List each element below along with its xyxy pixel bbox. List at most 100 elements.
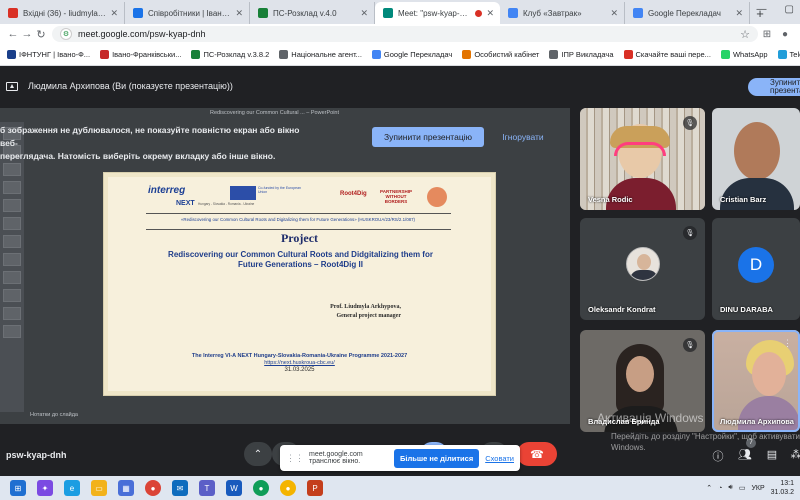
browser-tab[interactable]: Google Перекладач ✕ [625, 2, 750, 24]
url-input[interactable]: ⚙ meet.google.com/psw-kyap-dnh ☆ [52, 26, 758, 42]
mic-options-button[interactable]: ⌃ [244, 442, 272, 466]
word-icon[interactable]: W [226, 480, 242, 496]
meet-icon [383, 8, 393, 18]
bookmark[interactable]: ІФНТУНГ | Івано-Ф... [4, 50, 93, 59]
programme-link[interactable]: https://next.huskroua-cbc.eu/ [108, 360, 491, 366]
end-call-icon[interactable]: ☎ [517, 442, 557, 466]
slide-thumbnail [3, 181, 21, 194]
stop-presenting-button[interactable]: Зупинити презентацію [372, 127, 484, 147]
slide-thumbnail [3, 325, 21, 338]
browser-tab[interactable]: Вхідні (36) - liudmyla.arkhyp✕ [0, 2, 125, 24]
powerpoint-icon[interactable]: P [307, 480, 323, 496]
bookmark[interactable]: WhatsApp [718, 50, 771, 59]
extensions-icon[interactable]: ⊞ [758, 29, 776, 40]
headphones-icon [614, 142, 666, 156]
minimize-icon[interactable]: — [757, 4, 767, 15]
close-tab-icon[interactable]: ✕ [735, 8, 743, 19]
participant-tile[interactable]: 🎙︎ Vesna Rodic [580, 108, 705, 210]
chevron-up-icon[interactable]: ⌃ [706, 484, 712, 492]
bookmark[interactable]: Національне агент... [276, 50, 365, 59]
close-tab-icon[interactable]: ✕ [235, 8, 243, 19]
stop-presenting-top-button[interactable]: Зупинити презента [748, 78, 800, 96]
slide-thumbnail [3, 217, 21, 230]
bookmark[interactable]: Особистий кабінет [459, 50, 542, 59]
translate-icon [633, 8, 643, 18]
site-icon [508, 8, 518, 18]
divider [146, 213, 451, 214]
participant-tile[interactable]: D DINU DARABA [712, 218, 800, 320]
chrome-profile-icon[interactable]: ● [253, 480, 269, 496]
battery-icon[interactable]: ▭ [739, 484, 746, 492]
explorer-icon[interactable]: ▭ [91, 480, 107, 496]
presenter-label: Людмила Архипова (Ви (показуєте презента… [28, 81, 233, 91]
whatsapp-icon [720, 50, 730, 59]
close-tab-icon[interactable]: ✕ [610, 8, 618, 19]
mic-off-icon: 🎙︎ [683, 226, 697, 240]
bookmark-icon [462, 50, 472, 59]
slide-thumbnail [3, 271, 21, 284]
ppt-slide-thumbnails [0, 122, 24, 412]
windows-start-icon[interactable]: ⊞ [10, 480, 26, 496]
bookmark[interactable]: Скачайте ваші пере... [621, 50, 714, 59]
reload-icon[interactable]: ↻ [34, 28, 48, 41]
chrome-icon[interactable]: ● [145, 480, 161, 496]
ignore-button[interactable]: Ігнорувати [492, 127, 554, 147]
browser-tab[interactable]: ПС-Розклад v.4.0 ✕ [250, 2, 375, 24]
browser-tab[interactable]: Клуб «Завтрак» ✕ [500, 2, 625, 24]
stop-sharing-button[interactable]: Більше не ділитися [394, 448, 480, 468]
bookmark[interactable]: ПС-Розклад v.3.8.2 [188, 50, 272, 59]
bookmark-icon [100, 50, 110, 59]
profile-icon[interactable]: ● [776, 29, 794, 40]
slide-thumbnail [3, 307, 21, 320]
gmail-icon [8, 8, 18, 18]
hide-link[interactable]: Сховати [485, 454, 514, 463]
mic-off-icon: 🎙︎ [683, 116, 697, 130]
forward-icon[interactable]: → [20, 28, 34, 40]
bookmark[interactable]: ІПР Викладача [546, 50, 616, 59]
wifi-icon[interactable]: ◔ [718, 485, 722, 492]
close-tab-icon[interactable]: ✕ [110, 8, 118, 19]
teams-icon[interactable]: T [199, 480, 215, 496]
windows-activation-text: Перейдіть до розділу "Настройки", щоб ак… [611, 432, 800, 452]
bookmark-icon [623, 50, 633, 59]
participant-tile[interactable]: Cristian Barz [712, 108, 800, 210]
chrome-profile-icon[interactable]: ● [280, 480, 296, 496]
window-controls: — ▢ [757, 4, 794, 15]
mail-icon[interactable]: ✉ [172, 480, 188, 496]
browser-tab[interactable]: Співробітники | Івано-Франк✕ [125, 2, 250, 24]
slide-thumbnail [3, 289, 21, 302]
bookmark-icon [549, 50, 559, 59]
bookmark-star-icon[interactable]: ☆ [740, 28, 750, 41]
close-tab-icon[interactable]: ✕ [486, 8, 494, 19]
participant-tile[interactable]: 🎙︎ Oleksandr Kondrat [580, 218, 705, 320]
slide-thumbnail [3, 199, 21, 212]
more-options-icon[interactable]: ⋮ [783, 338, 792, 349]
clock[interactable]: 13:1 31.03.2 [771, 479, 794, 497]
share-warning: б зображення не дублювалося, не показуйт… [0, 125, 300, 161]
meeting-code: psw-kyap-dnh [6, 450, 67, 460]
browser-tab-active[interactable]: Meet: "psw-kyap-dnh" ✕ [375, 2, 500, 24]
avatar: D [738, 247, 774, 283]
edge-icon[interactable]: e [64, 480, 80, 496]
site-icon [133, 8, 143, 18]
bookmark[interactable]: Telegram [775, 50, 800, 59]
close-tab-icon[interactable]: ✕ [360, 8, 368, 19]
participant-tile-self[interactable]: ⋮ Людмила Архипова [712, 330, 800, 432]
maximize-icon[interactable]: ▢ [785, 4, 794, 15]
bookmarks-bar: ІФНТУНГ | Івано-Ф... Івано-Франківськи..… [0, 44, 800, 66]
eu-flag-icon [230, 186, 256, 200]
present-icon [6, 81, 18, 91]
volume-icon[interactable]: 🔊︎ [728, 484, 732, 492]
bookmark[interactable]: Google Перекладач [369, 50, 455, 59]
slide-thumbnail [3, 163, 21, 176]
store-icon[interactable]: ▦ [118, 480, 134, 496]
site-info-icon[interactable]: ⚙ [60, 28, 72, 40]
copilot-icon[interactable]: ✦ [37, 480, 53, 496]
windows-taskbar: ⊞ ✦ e ▭ ▦ ● ✉ T W ● ● P ⌃ ◔ 🔊︎ ▭ УКР 13:… [0, 476, 800, 500]
language-indicator[interactable]: УКР [751, 485, 764, 492]
bookmark[interactable]: Івано-Франківськи... [97, 50, 184, 59]
divider [146, 229, 451, 230]
interreg-logo: interreg [148, 185, 186, 196]
back-icon[interactable]: ← [6, 28, 20, 40]
drag-handle-icon[interactable]: ⋮⋮ [286, 453, 304, 464]
